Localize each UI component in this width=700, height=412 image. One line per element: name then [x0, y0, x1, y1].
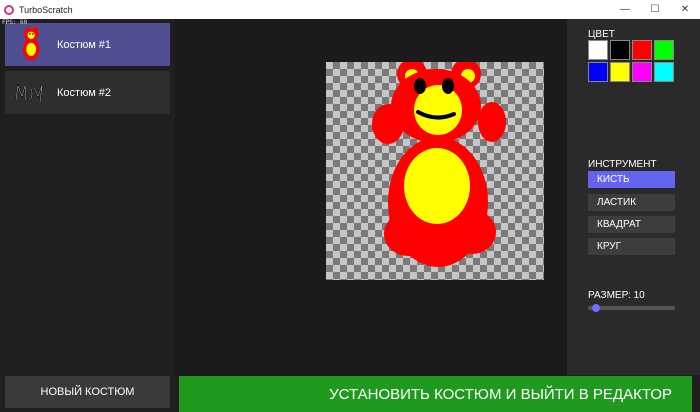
bear-thumbnail [11, 25, 51, 65]
costume-item-1[interactable]: Костюм #1 [5, 23, 170, 66]
costume-sidebar: Костюм #1 Костюм #2 НОВЫЙ КОСТЮМ [0, 19, 175, 412]
tool-brush-button[interactable]: КИСТЬ [588, 171, 675, 188]
costume-label-1: Костюм #1 [57, 38, 112, 51]
color-swatch[interactable] [610, 62, 630, 82]
color-swatch[interactable] [632, 62, 652, 82]
close-button[interactable]: ✕ [670, 0, 700, 19]
color-swatch[interactable] [610, 40, 630, 60]
color-swatch[interactable] [588, 40, 608, 60]
new-costume-button[interactable]: НОВЫЙ КОСТЮМ [5, 376, 170, 408]
tool-eraser-button[interactable]: ЛАСТИК [588, 194, 675, 211]
minimize-button[interactable]: — [610, 0, 640, 19]
color-swatch[interactable] [588, 62, 608, 82]
app-icon [4, 4, 14, 15]
color-label: ЦВЕТ [588, 29, 615, 40]
scribble-thumbnail [11, 73, 51, 113]
bear-drawing [372, 59, 506, 267]
tool-circle-button[interactable]: КРУГ [588, 238, 675, 255]
maximize-button[interactable]: ☐ [640, 0, 670, 19]
size-slider-knob[interactable] [592, 304, 600, 312]
costume-label-2: Костюм #2 [57, 86, 112, 99]
tool-panel: ЦВЕТ ИНСТРУМЕНТ КИСТЬ ЛАСТИК КВАДРАТ КРУ… [567, 19, 700, 375]
color-swatch[interactable] [632, 40, 652, 60]
costume-item-2[interactable]: Костюм #2 [5, 71, 170, 114]
color-swatch[interactable] [654, 40, 674, 60]
window-title: TurboScratch [19, 4, 73, 15]
apply-costume-button[interactable]: УСТАНОВИТЬ КОСТЮМ И ВЫЙТИ В РЕДАКТОР [179, 376, 692, 412]
tool-square-button[interactable]: КВАДРАТ [588, 216, 675, 233]
canvas-area [175, 19, 567, 376]
size-slider-track[interactable] [588, 306, 675, 310]
fps-counter: FPS: 60 [2, 19, 28, 26]
drawing-canvas[interactable] [326, 59, 544, 280]
title-bar: TurboScratch — ☐ ✕ [0, 0, 700, 19]
size-label: РАЗМЕР: 10 [588, 290, 645, 301]
window-controls: — ☐ ✕ [610, 0, 700, 19]
tool-label: ИНСТРУМЕНТ [588, 159, 657, 170]
color-swatch[interactable] [654, 62, 674, 82]
